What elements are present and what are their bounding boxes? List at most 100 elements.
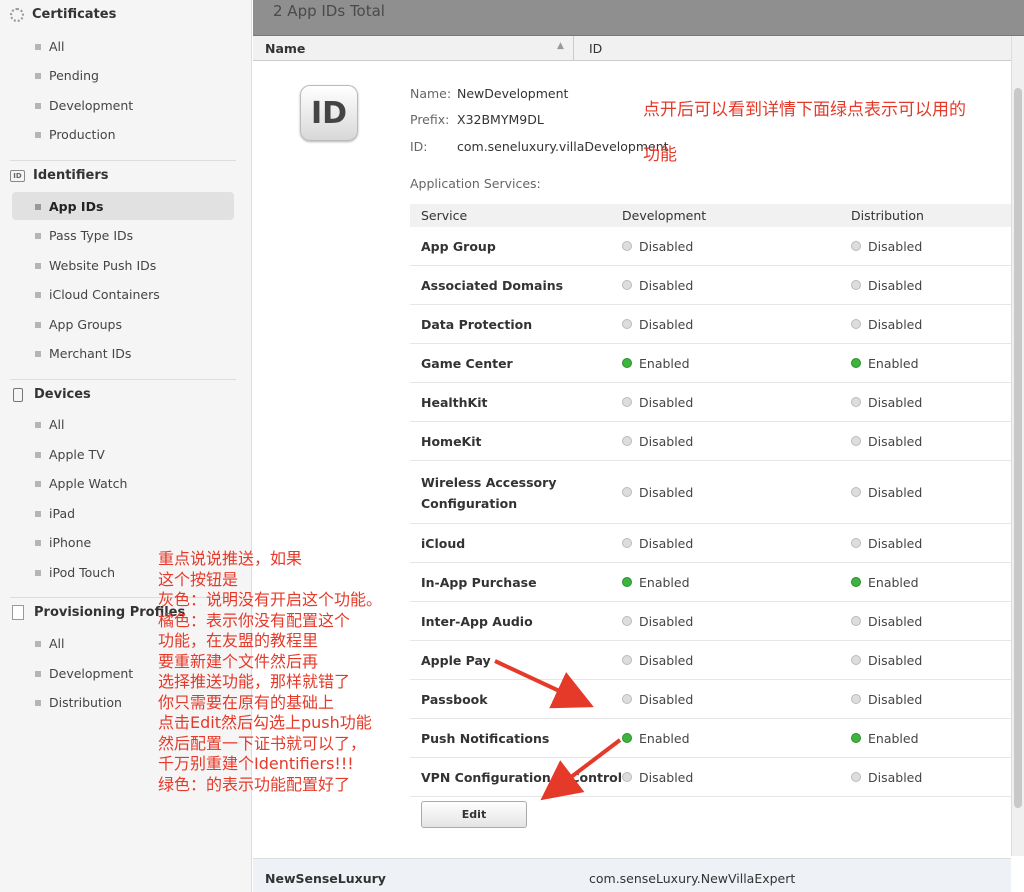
enabled-dot-icon [622,577,632,587]
status-label: Enabled [868,574,919,590]
disabled-dot-icon [851,487,861,497]
development-status: Disabled [622,239,693,254]
service-name: Apple Pay [421,653,491,668]
bullet-icon [35,511,41,517]
row-name: NewSenseLuxury [265,871,386,886]
total-bar: 2 App IDs Total [253,0,1024,36]
service-row: In-App Purchase Enabled Enabled [410,563,1011,602]
status-label: Disabled [639,535,694,551]
sidebar-item-merchant-ids[interactable]: Merchant IDs [12,339,234,367]
sidebar-item-cert-development[interactable]: Development [12,91,234,119]
bullet-icon [35,233,41,239]
status-label: Disabled [639,613,694,629]
development-status: Enabled [622,731,690,746]
service-row: Inter-App Audio Disabled Disabled [410,602,1011,641]
annotation-line: 重点说说推送，如果 [158,549,303,568]
distribution-status: Disabled [851,653,922,668]
service-name: Associated Domains [421,278,564,293]
scrollbar-thumb[interactable] [1014,88,1022,808]
development-status: Enabled [622,575,690,590]
distribution-status: Disabled [851,278,922,293]
section-identifiers-title: Identifiers [33,168,109,183]
sidebar-item-ipad[interactable]: iPad [12,499,234,527]
distribution-status: Disabled [851,434,922,449]
header-service: Service [421,208,468,223]
sidebar-item-devices-all[interactable]: All [12,410,234,438]
device-icon [13,387,23,402]
sidebar-item-label: All [49,635,65,651]
sidebar-item-label: Development [49,97,134,113]
bullet-icon [35,263,41,269]
annotation-line: 千万别重建个Identifiers!!! [158,754,354,773]
service-name: Game Center [421,356,513,371]
sidebar-item-label: iPod Touch [49,564,115,580]
bullet-icon [35,73,41,79]
disabled-dot-icon [622,538,632,548]
sidebar-item-icloud-containers[interactable]: iCloud Containers [12,280,234,308]
header-distribution: Distribution [851,208,924,223]
sidebar-item-pass-type-ids[interactable]: Pass Type IDs [12,221,234,249]
sidebar-item-apple-tv[interactable]: Apple TV [12,440,234,468]
status-label: Disabled [868,691,923,707]
application-services-title: Application Services: [410,176,541,191]
bullet-icon [35,103,41,109]
status-label: Disabled [868,535,923,551]
disabled-dot-icon [851,319,861,329]
service-row: Push Notifications Enabled Enabled [410,719,1011,758]
sidebar-item-app-groups[interactable]: App Groups [12,310,234,338]
section-devices-title: Devices [34,387,91,402]
disabled-dot-icon [851,397,861,407]
annotation-line: 要重新建个文件然后再 [158,651,319,671]
sidebar-item-label: Distribution [49,694,122,710]
status-label: Disabled [868,652,923,668]
column-header: Name ▲ ID [253,36,1013,61]
development-status: Disabled [622,614,693,629]
status-label: Disabled [868,238,923,254]
development-status: Disabled [622,278,693,293]
column-name-header[interactable]: Name [265,41,305,56]
service-name: HealthKit [421,395,488,410]
annotation-line: 橘色：表示你没有配置这个 [158,610,351,630]
disabled-dot-icon [851,538,861,548]
status-label: Enabled [868,355,919,371]
sidebar-item-website-push-ids[interactable]: Website Push IDs [12,251,234,279]
development-status: Disabled [622,485,693,500]
disabled-dot-icon [851,616,861,626]
disabled-dot-icon [622,655,632,665]
status-label: Disabled [639,484,694,500]
service-name-line: Wireless Accessory [421,474,557,490]
sidebar-item-pending[interactable]: Pending [12,61,234,89]
disabled-dot-icon [622,319,632,329]
bullet-icon [35,322,41,328]
service-name: VPN Configuration & Control [421,770,623,785]
sidebar-item-label: Merchant IDs [49,345,132,361]
section-identifiers[interactable]: ID Identifiers [10,168,109,183]
service-name: iCloud [421,536,466,551]
status-label: Enabled [868,730,919,746]
sidebar-item-apple-watch[interactable]: Apple Watch [12,469,234,497]
development-status: Enabled [622,356,690,371]
status-label: Disabled [639,238,694,254]
annotation-left: 重点说说推送，如果 这个按钮是 灰色：说明没有开启这个功能。 橘色：表示你没有配… [158,549,382,795]
disabled-dot-icon [622,487,632,497]
enabled-dot-icon [851,733,861,743]
sidebar-item-app-ids[interactable]: App IDs [12,192,234,220]
meta-prefix: Prefix: X32BMYM9DL [410,112,544,127]
sidebar-item-certificates-all[interactable]: All [12,32,234,60]
sidebar-item-label: App Groups [49,316,122,332]
service-name: Inter-App Audio [421,614,533,629]
table-row[interactable]: NewSenseLuxury com.senseLuxury.NewVillaE… [253,858,1011,892]
sidebar-item-production[interactable]: Production [12,120,234,148]
disabled-dot-icon [622,436,632,446]
bullet-icon [35,700,41,706]
app-id-icon: ID [300,85,358,141]
sidebar-item-label: iPhone [49,534,92,550]
distribution-status: Disabled [851,317,922,332]
column-id-header[interactable]: ID [589,41,602,56]
edit-button[interactable]: Edit [421,801,527,828]
bullet-icon [35,540,41,546]
enabled-dot-icon [851,358,861,368]
section-certificates[interactable]: Certificates [10,7,116,22]
sort-up-icon[interactable]: ▲ [557,41,564,51]
section-devices[interactable]: Devices [10,387,91,402]
